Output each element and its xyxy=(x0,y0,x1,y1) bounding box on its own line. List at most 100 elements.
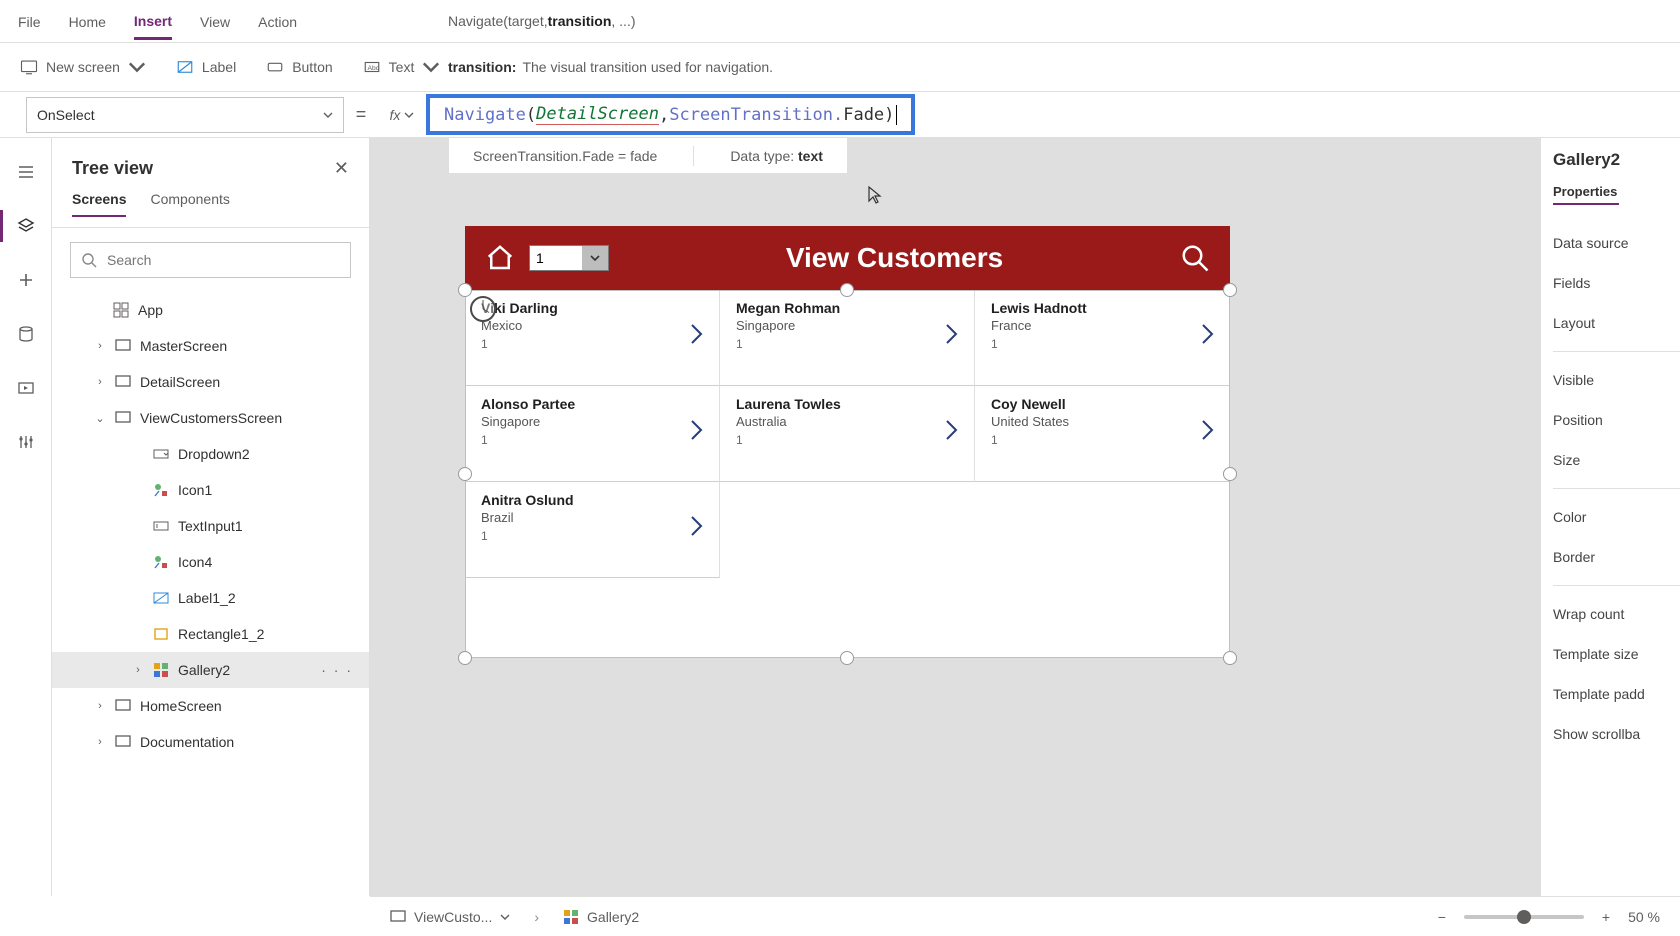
chevron-down-icon xyxy=(128,58,146,76)
tree-node[interactable]: ›HomeScreen xyxy=(52,688,369,724)
resize-handle[interactable] xyxy=(458,651,472,665)
header-dropdown-input[interactable] xyxy=(530,250,582,266)
plus-icon xyxy=(17,271,35,289)
resize-handle[interactable] xyxy=(1223,283,1237,297)
customer-country: Singapore xyxy=(736,318,958,333)
tree-node[interactable]: ›DetailScreen xyxy=(52,364,369,400)
zoom-in[interactable]: + xyxy=(1602,909,1610,925)
zoom-out[interactable]: − xyxy=(1438,909,1446,925)
gallery-item[interactable]: Megan Rohman Singapore 1 xyxy=(720,290,975,386)
tree-node[interactable]: ›MasterScreen xyxy=(52,328,369,364)
resize-handle[interactable] xyxy=(840,283,854,297)
gallery-item[interactable]: Laurena Towles Australia 1 xyxy=(720,386,975,482)
header-dropdown[interactable] xyxy=(529,245,609,271)
tree-node-app[interactable]: App xyxy=(52,292,369,328)
sig-prefix: Navigate(target, xyxy=(448,13,548,29)
param-desc: The visual transition used for navigatio… xyxy=(522,59,773,75)
tree-node[interactable]: Label1_2 xyxy=(52,580,369,616)
tab-action[interactable]: Action xyxy=(258,4,297,38)
customer-name: Megan Rohman xyxy=(736,300,958,316)
property-row[interactable]: Position xyxy=(1553,400,1680,440)
property-row[interactable]: Size xyxy=(1553,440,1680,480)
gallery-item[interactable]: Viki Darling Mexico 1 xyxy=(465,290,720,386)
resize-handle[interactable] xyxy=(458,283,472,297)
tree-node[interactable]: TextInput1 xyxy=(52,508,369,544)
rail-treeview[interactable] xyxy=(14,214,38,238)
tab-home[interactable]: Home xyxy=(69,4,106,38)
chevron-right-icon[interactable] xyxy=(1200,418,1216,442)
property-row[interactable]: Template padd xyxy=(1553,674,1680,714)
property-row[interactable]: Data source xyxy=(1553,223,1680,263)
props-tab[interactable]: Properties xyxy=(1553,184,1680,199)
button-button[interactable]: Button xyxy=(266,58,332,76)
formula-input-wrap[interactable]: Navigate ( DetailScreen , ScreenTransiti… xyxy=(426,92,1680,138)
tree-tab-screens[interactable]: Screens xyxy=(72,191,126,217)
rail-tools[interactable] xyxy=(14,430,38,454)
more-icon[interactable]: · · · xyxy=(321,662,353,678)
chevron-right-icon[interactable] xyxy=(1200,322,1216,346)
rail-data[interactable] xyxy=(14,322,38,346)
tab-view[interactable]: View xyxy=(200,4,230,38)
screen-icon xyxy=(390,909,406,925)
search-icon[interactable] xyxy=(1180,243,1210,273)
chevron-right-icon[interactable] xyxy=(689,418,705,442)
tab-file[interactable]: File xyxy=(18,4,41,38)
property-row[interactable]: Visible xyxy=(1553,360,1680,400)
new-screen-button[interactable]: New screen xyxy=(20,58,146,76)
property-row[interactable]: Border xyxy=(1553,537,1680,577)
property-row[interactable]: Fields xyxy=(1553,263,1680,303)
rail-hamburger[interactable] xyxy=(14,160,38,184)
app-icon xyxy=(112,301,130,319)
chevron-right-icon[interactable] xyxy=(689,322,705,346)
home-icon[interactable] xyxy=(485,243,515,273)
fx-button[interactable]: fx xyxy=(378,107,426,123)
rail-insert[interactable] xyxy=(14,268,38,292)
property-row[interactable]: Color xyxy=(1553,497,1680,537)
formula-input[interactable]: Navigate ( DetailScreen , ScreenTransiti… xyxy=(426,94,915,135)
tree-search[interactable] xyxy=(70,242,351,278)
tree-node[interactable]: ›Documentation xyxy=(52,724,369,760)
tree-node[interactable]: Dropdown2 xyxy=(52,436,369,472)
property-row[interactable]: Template size xyxy=(1553,634,1680,674)
close-icon[interactable]: ✕ xyxy=(334,158,349,179)
text-button[interactable]: Abc Text xyxy=(363,58,441,76)
tree-search-input[interactable] xyxy=(105,251,340,269)
tree-node[interactable]: Icon4 xyxy=(52,544,369,580)
gallery-item[interactable]: Coy Newell United States 1 xyxy=(975,386,1230,482)
customer-name: Anitra Oslund xyxy=(481,492,703,508)
property-select[interactable]: OnSelect xyxy=(26,97,344,133)
tree-node[interactable]: ›Gallery2· · · xyxy=(52,652,369,688)
rail-media[interactable] xyxy=(14,376,38,400)
gallery-item[interactable]: Alonso Partee Singapore 1 xyxy=(465,386,720,482)
property-row[interactable]: Show scrollba xyxy=(1553,714,1680,754)
label-icon xyxy=(176,58,194,76)
equals-label: = xyxy=(344,104,378,125)
chevron-right-icon[interactable] xyxy=(944,322,960,346)
chevron-right-icon[interactable] xyxy=(944,418,960,442)
tree-node[interactable]: Icon1 xyxy=(52,472,369,508)
breadcrumb-screen[interactable]: ViewCusto... xyxy=(390,909,510,925)
resize-handle[interactable] xyxy=(1223,651,1237,665)
tree-node-label: Gallery2 xyxy=(178,662,230,678)
property-row[interactable]: Layout xyxy=(1553,303,1680,343)
gallery[interactable]: Viki Darling Mexico 1 Megan Rohman Singa… xyxy=(465,290,1230,578)
zoom-thumb[interactable] xyxy=(1517,910,1531,924)
gallery-item[interactable]: Lewis Hadnott France 1 xyxy=(975,290,1230,386)
tab-insert[interactable]: Insert xyxy=(134,3,172,40)
breadcrumb-control[interactable]: Gallery2 xyxy=(563,909,639,925)
customer-country: Brazil xyxy=(481,510,703,525)
resize-handle[interactable] xyxy=(840,651,854,665)
resize-handle[interactable] xyxy=(458,467,472,481)
canvas[interactable]: View Customers Viki Darling Mexico 1 Meg… xyxy=(370,138,1540,896)
resize-handle[interactable] xyxy=(1223,467,1237,481)
chevron-right-icon[interactable] xyxy=(689,514,705,538)
property-row[interactable]: Wrap count xyxy=(1553,594,1680,634)
zoom-slider[interactable] xyxy=(1464,915,1584,919)
label-button[interactable]: Label xyxy=(176,58,236,76)
tree-tab-components[interactable]: Components xyxy=(150,191,229,217)
gallery-item[interactable]: Anitra Oslund Brazil 1 xyxy=(465,482,720,578)
tree-node-label: Icon1 xyxy=(178,482,212,498)
tree-node[interactable]: Rectangle1_2 xyxy=(52,616,369,652)
tree-node[interactable]: ⌄ViewCustomersScreen xyxy=(52,400,369,436)
chevron-down-icon[interactable] xyxy=(582,246,608,270)
